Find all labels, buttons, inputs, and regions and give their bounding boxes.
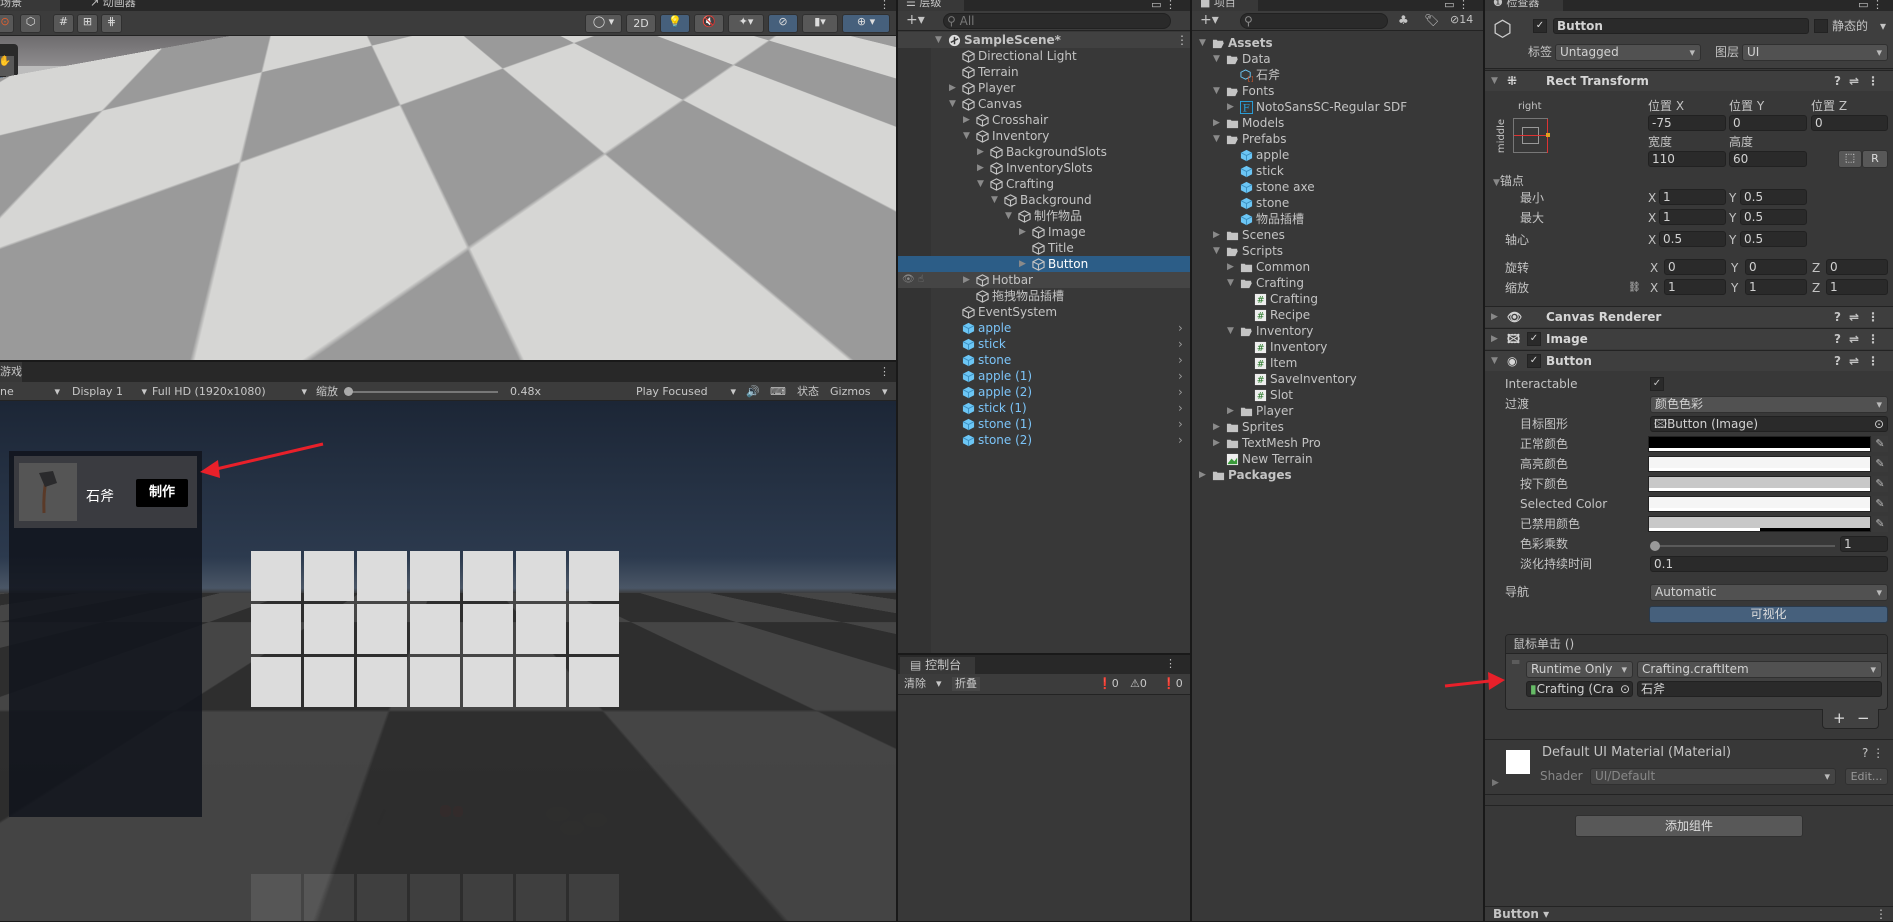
annotation-arrows [200,442,1505,690]
annotation-arrow-game [200,442,324,478]
annotation-arrow-inspector [1444,672,1505,690]
